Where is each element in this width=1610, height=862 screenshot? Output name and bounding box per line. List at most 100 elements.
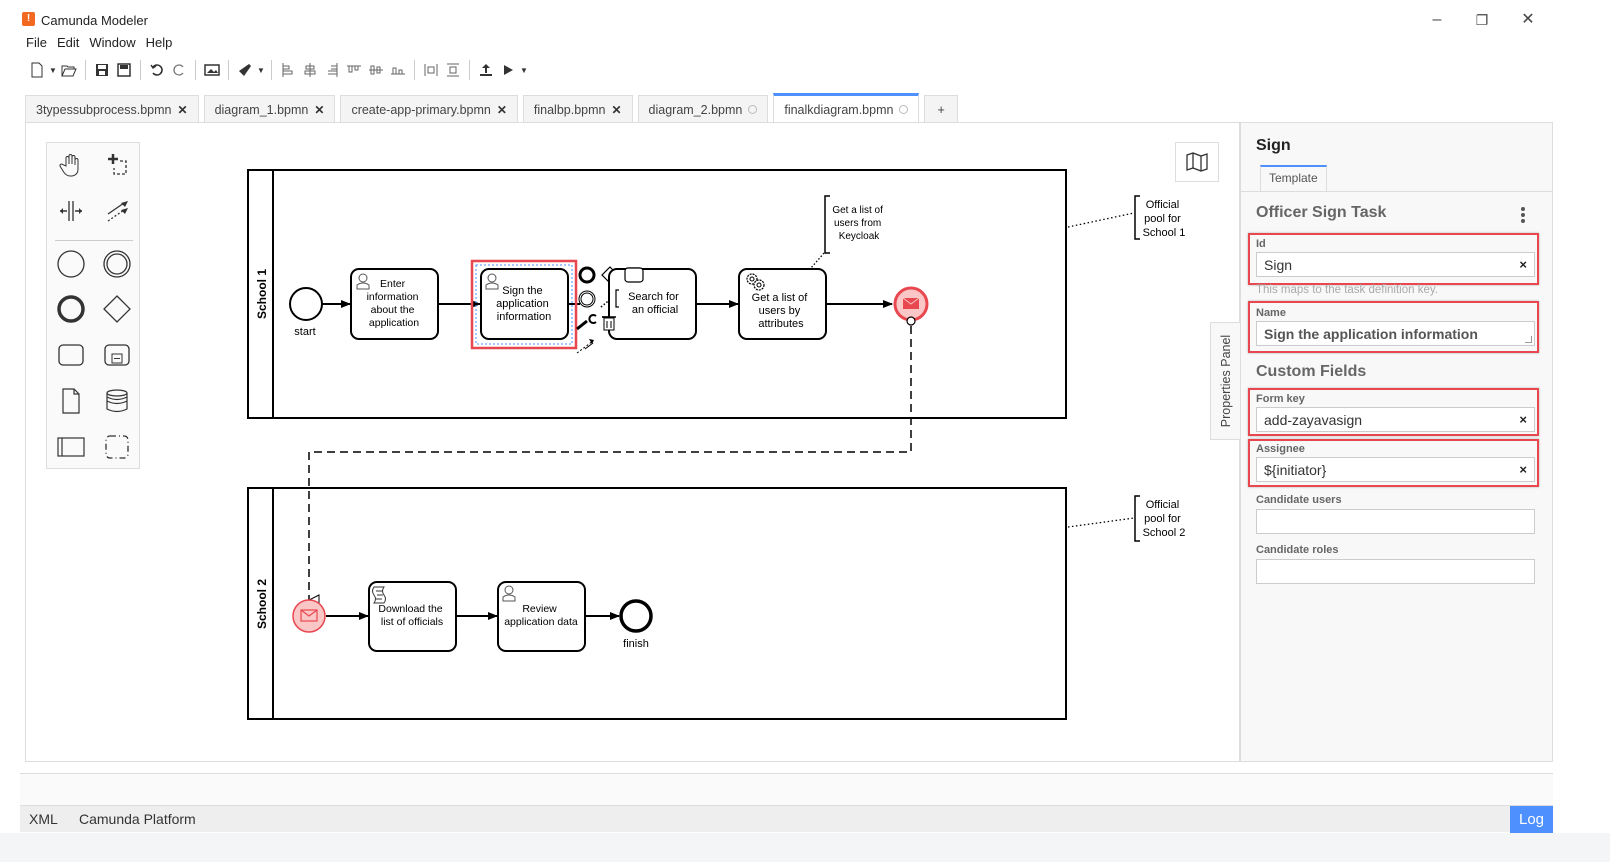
clear-id-icon[interactable]: ×	[1519, 257, 1527, 273]
create-subprocess-icon[interactable]	[99, 337, 135, 373]
id-value: Sign	[1264, 257, 1293, 273]
menu-edit[interactable]: Edit	[57, 35, 79, 53]
create-data-object-icon[interactable]	[53, 383, 89, 419]
id-label: Id	[1256, 238, 1266, 250]
tab-template[interactable]: Template	[1260, 165, 1327, 191]
align-bottom-icon[interactable]	[387, 59, 409, 81]
map-icon	[1186, 152, 1208, 172]
create-intermediate-event-icon[interactable]	[99, 246, 135, 282]
user-task-sign-application[interactable]: Sign the application information	[470, 259, 578, 350]
element-title: Sign	[1256, 137, 1291, 154]
task-search-official[interactable]: Search for an official	[608, 268, 697, 340]
more-options-icon[interactable]	[1517, 205, 1529, 225]
task-label: Get a list of users by attributes	[752, 292, 811, 330]
close-tab-icon[interactable]: ✕	[178, 103, 188, 117]
user-task-review-application[interactable]: Review application data	[497, 581, 586, 652]
minimize-button[interactable]: –	[1422, 8, 1452, 32]
create-group-icon[interactable]	[99, 429, 135, 465]
tab-label: 3typessubprocess.bpmn	[36, 102, 172, 117]
append-end-event-icon[interactable]	[578, 266, 596, 284]
id-hint: This maps to the task definition key.	[1256, 284, 1438, 296]
export-image-icon[interactable]	[201, 59, 223, 81]
align-right-icon[interactable]	[321, 59, 343, 81]
undo-icon[interactable]	[146, 59, 168, 81]
service-task-get-users[interactable]: Get a list of users by attributes	[738, 268, 827, 340]
align-middle-icon[interactable]	[365, 59, 387, 81]
hand-tool-icon[interactable]	[53, 147, 89, 183]
candidate-roles-label: Candidate roles	[1256, 544, 1339, 556]
close-tab-icon[interactable]: ✕	[611, 103, 621, 117]
group-title-officer-sign-task: Officer Sign Task	[1256, 204, 1387, 221]
align-top-icon[interactable]	[343, 59, 365, 81]
id-input[interactable]: Sign ×	[1256, 252, 1535, 277]
create-start-event-icon[interactable]	[53, 246, 89, 282]
resize-handle-icon[interactable]	[1525, 336, 1532, 343]
create-end-event-icon[interactable]	[53, 291, 89, 327]
script-task-download-officials[interactable]: Download the list of officials	[368, 581, 457, 652]
save-as-icon[interactable]	[113, 59, 135, 81]
color-picker-icon[interactable]	[234, 59, 256, 81]
space-tool-icon[interactable]	[53, 193, 89, 229]
start-event-label: start	[294, 326, 315, 338]
tab-finalbp[interactable]: finalbp.bpmn ✕	[522, 95, 633, 123]
close-tab-icon[interactable]: ✕	[497, 103, 507, 117]
align-center-icon[interactable]	[299, 59, 321, 81]
title-bar: ! Camunda Modeler – ❐ ✕	[0, 0, 1610, 32]
unsaved-indicator-icon[interactable]	[748, 105, 758, 114]
tab-diagram-1[interactable]: diagram_1.bpmn ✕	[203, 95, 336, 123]
new-file-dropdown-icon[interactable]: ▼	[48, 59, 58, 81]
open-file-icon[interactable]	[58, 59, 80, 81]
new-tab-button[interactable]: +	[924, 95, 958, 123]
message-start-event[interactable]	[292, 599, 326, 633]
user-task-enter-information[interactable]: Enter information about the application	[350, 268, 439, 340]
start-instance-icon[interactable]	[497, 59, 519, 81]
clear-assignee-icon[interactable]: ×	[1519, 462, 1527, 478]
append-intermediate-event-icon[interactable]	[578, 290, 596, 308]
maximize-button[interactable]: ❐	[1467, 8, 1497, 32]
distribute-horizontal-icon[interactable]	[420, 59, 442, 81]
candidate-roles-input[interactable]	[1256, 559, 1535, 584]
create-data-store-icon[interactable]	[99, 383, 135, 419]
align-left-icon[interactable]	[277, 59, 299, 81]
tab-diagram-2[interactable]: diagram_2.bpmn	[637, 95, 769, 123]
tab-create-app-primary[interactable]: create-app-primary.bpmn ✕	[340, 95, 518, 123]
color-dropdown-icon[interactable]: ▼	[256, 59, 266, 81]
log-toggle-button[interactable]: Log	[1510, 806, 1553, 833]
start-dropdown-icon[interactable]: ▼	[519, 59, 529, 81]
bottom-strip	[0, 833, 1610, 862]
end-event-label: finish	[623, 638, 649, 650]
candidate-users-input[interactable]	[1256, 509, 1535, 534]
new-file-icon[interactable]	[26, 59, 48, 81]
unsaved-indicator-icon[interactable]	[899, 105, 909, 114]
create-task-icon[interactable]	[53, 337, 89, 373]
close-tab-icon[interactable]: ✕	[314, 103, 324, 117]
xml-view-button[interactable]: XML	[29, 811, 58, 827]
pool-label: School 1	[255, 269, 269, 319]
clear-form-key-icon[interactable]: ×	[1519, 412, 1527, 428]
tab-3typessubprocess[interactable]: 3typessubprocess.bpmn ✕	[25, 95, 199, 123]
menu-window[interactable]: Window	[89, 35, 135, 53]
toolbar-separator	[195, 60, 196, 80]
menu-help[interactable]: Help	[146, 35, 173, 53]
redo-icon[interactable]	[168, 59, 190, 81]
distribute-vertical-icon[interactable]	[442, 59, 464, 81]
menu-file[interactable]: File	[26, 35, 47, 53]
create-pool-icon[interactable]	[53, 429, 89, 465]
close-window-button[interactable]: ✕	[1513, 8, 1543, 32]
name-textarea[interactable]: Sign the application information	[1256, 321, 1535, 346]
save-icon[interactable]	[91, 59, 113, 81]
assignee-input[interactable]: ${initiator} ×	[1256, 457, 1535, 482]
task-label: Download the list of officials	[378, 603, 445, 628]
properties-panel-toggle[interactable]: Properties Panel	[1210, 322, 1240, 440]
annotation-text: Official pool for School 1	[1143, 199, 1186, 239]
toolbar: ▼ ▼ ▼	[26, 58, 529, 82]
lasso-tool-icon[interactable]	[99, 147, 135, 183]
tab-finalkdiagram[interactable]: finalkdiagram.bpmn	[773, 93, 920, 123]
global-connect-tool-icon[interactable]	[99, 193, 135, 229]
form-key-input[interactable]: add-zayavasign ×	[1256, 407, 1535, 432]
end-event-finish[interactable]: finish	[619, 599, 653, 650]
execution-platform-button[interactable]: Camunda Platform	[79, 811, 196, 827]
create-gateway-icon[interactable]	[99, 291, 135, 327]
deploy-icon[interactable]	[475, 59, 497, 81]
minimap-toggle-button[interactable]	[1175, 142, 1219, 182]
